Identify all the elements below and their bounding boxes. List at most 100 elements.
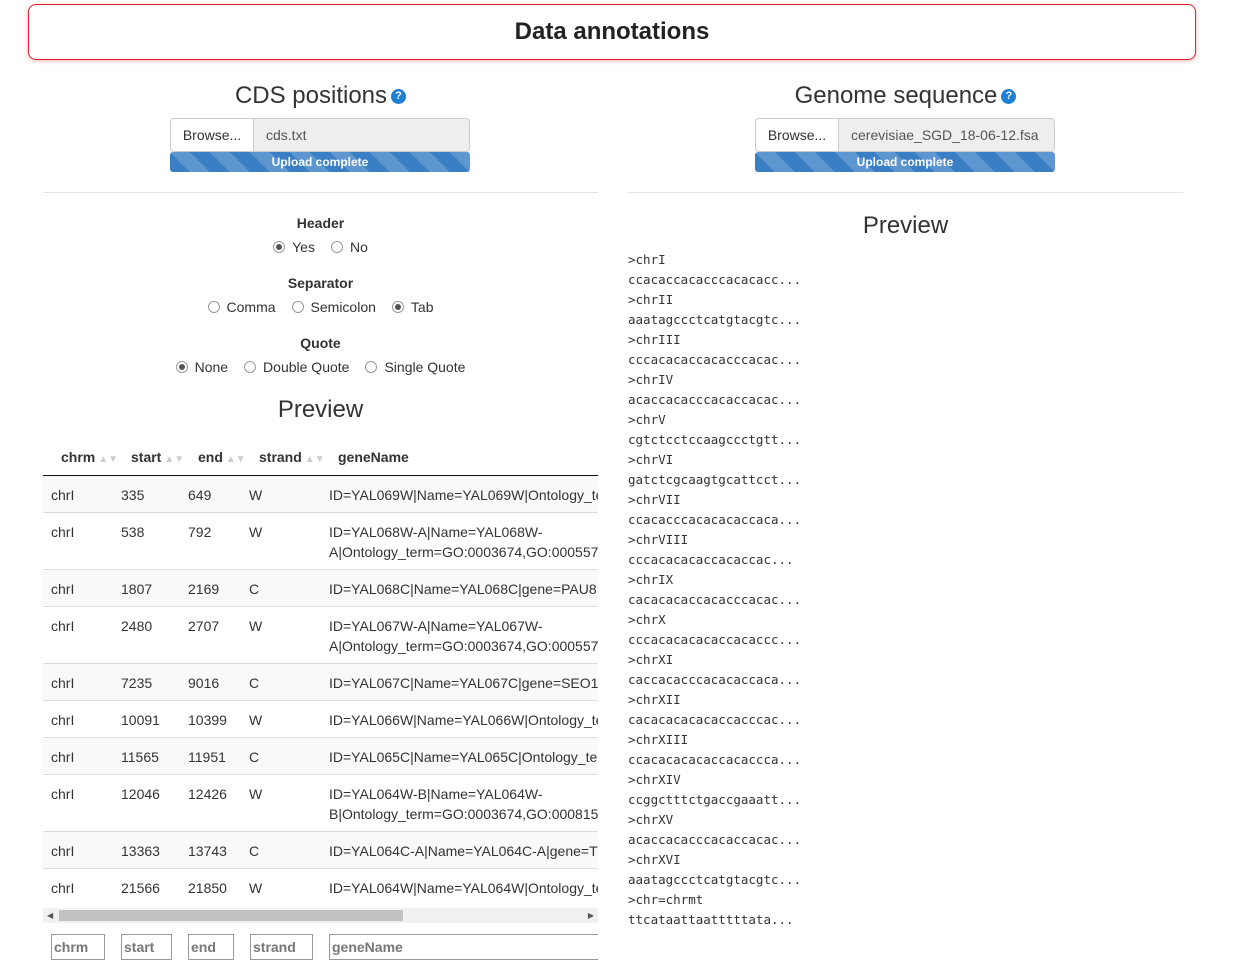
sequence-header: >chr=chrmt [628,892,704,907]
table-row[interactable]: chrI 2480 2707 W ID=YAL067W-A|Name=YAL067W-A… [43,606,598,664]
table-cell-start: 2480 [113,606,180,664]
genome-file-name: cerevisiae_SGD_18-06-12.fsa [839,118,1055,152]
title-panel: Data annotations [28,4,1196,60]
column-header-end[interactable]: end ▲▼ [180,438,246,476]
sequence-snippet: cccacacacacaccacaccc... [628,632,802,647]
genome-browse-button[interactable]: Browse... [755,118,839,152]
separator-radio-semicolon[interactable]: Semicolon [291,299,376,315]
table-cell-start: 335 [113,475,180,513]
header-option-group: Header Yes No [43,213,598,255]
table-row[interactable]: chrI 1807 2169 C ID=YAL068C|Name=YAL068C|gen… [43,569,598,607]
table-cell-genename: ID=YAL065C|Name=YAL065C|Ontology_te [320,737,598,775]
radio-selected-icon [175,361,188,373]
quote-label: Quote [300,335,341,351]
help-icon[interactable]: ? [1001,89,1017,105]
table-cell-genename: ID=YAL064W|Name=YAL064W|Ontology_te [320,868,598,906]
radio-icon [207,301,220,313]
separator-radio-tab[interactable]: Tab [391,299,433,315]
table-cell-start: 11565 [113,737,180,775]
table-header-row: chrm ▲▼ start ▲▼ end ▲▼ strand ▲▼ geneName [43,438,598,476]
table-cell-start: 1807 [113,569,180,607]
quote-radio-single[interactable]: Single Quote [365,359,465,375]
genome-preview-title: Preview [862,212,949,239]
filter-input-strand[interactable]: strand [250,934,313,960]
filter-input-start[interactable]: start [121,934,172,960]
sequence-header: >chrXI [628,652,674,667]
filter-input-end[interactable]: end [188,934,234,960]
table-horizontal-scrollbar[interactable]: ◀ ▶ [43,908,598,923]
sequence-snippet: ttcataattaatttttata... [628,912,794,927]
table-row[interactable]: chrI 13363 13743 C ID=YAL064C-A|Name=YAL064C… [43,831,598,869]
table-row[interactable]: chrI 12046 12426 W ID=YAL064W-B|Name=YAL064W… [43,774,598,832]
table-cell-genename: ID=YAL064W-B|Name=YAL064W-B|Ontology_ter… [320,774,598,832]
table-cell-start: 538 [113,512,180,570]
separator-radio-comma[interactable]: Comma [207,299,276,315]
cds-section-title: CDS positions? [43,81,598,111]
radio-icon [244,361,257,373]
scroll-left-icon[interactable]: ◀ [47,908,53,923]
table-cell-chrm: chrI [43,831,113,869]
table-cell-genename: ID=YAL066W|Name=YAL066W|Ontology_te [320,700,598,738]
sequence-header: >chrIV [628,372,674,387]
sequence-header: >chrVI [628,452,674,467]
table-cell-start: 21566 [113,868,180,906]
cds-title-text: CDS positions [234,82,388,109]
sequence-snippet: ccacacacacaccacaccca... [628,752,802,767]
header-radio-no[interactable]: No [330,239,368,255]
header-radio-yes[interactable]: Yes [273,239,315,255]
cds-table-body: chrI 335 649 W ID=YAL069W|Name=YAL069W|Ontol… [43,475,598,906]
sequence-snippet: ccacaccacacccacacacc... [628,272,802,287]
table-cell-strand: W [241,606,320,664]
table-row[interactable]: chrI 21566 21850 W ID=YAL064W|Name=YAL064W|O… [43,868,598,906]
page-title: Data annotations [514,18,710,45]
sort-icon: ▲▼ [304,453,325,465]
table-cell-end: 10399 [180,700,241,738]
genome-title-text: Genome sequence [794,82,998,109]
column-header-genename[interactable]: geneName [320,438,598,476]
table-cell-genename: ID=YAL067W-A|Name=YAL067W-A|Ontology_ter… [320,606,598,664]
sequence-snippet: aaatagccctcatgtacgtc... [628,312,802,327]
quote-radio-none[interactable]: None [175,359,228,375]
help-icon[interactable]: ? [391,89,407,105]
sequence-snippet: aaatagccctcatgtacgtc... [628,872,802,887]
genome-file-input[interactable]: Browse... cerevisiae_SGD_18-06-12.fsa [755,118,1055,152]
separator-option-group: Separator Comma Semicolon Tab [43,273,598,315]
table-row[interactable]: chrI 10091 10399 W ID=YAL066W|Name=YAL066W|O… [43,700,598,738]
table-cell-genename: ID=YAL068W-A|Name=YAL068W-A|Ontology_ter… [320,512,598,570]
separator-label: Separator [287,275,354,291]
table-cell-strand: W [241,512,320,570]
sequence-snippet: gatctcgcaagtgcattcct... [628,472,802,487]
cds-file-input[interactable]: Browse... cds.txt [170,118,470,152]
table-cell-end: 2707 [180,606,241,664]
table-row[interactable]: chrI 7235 9016 C ID=YAL067C|Name=YAL067C|gen… [43,663,598,701]
table-cell-chrm: chrI [43,774,113,832]
sequence-header: >chrXVI [628,852,681,867]
filter-input-chrm[interactable]: chrm [51,934,105,960]
sort-icon: ▲▼ [164,453,185,465]
sequence-header: >chrXIV [628,772,681,787]
quote-radio-double[interactable]: Double Quote [244,359,349,375]
sequence-snippet: cacacacaccacacccacac... [628,592,802,607]
scroll-right-icon[interactable]: ▶ [588,908,594,923]
sequence-snippet: ccggctttctgaccgaaatt... [628,792,802,807]
scrollbar-thumb[interactable] [59,910,403,921]
sequence-snippet: cccacacacaccacaccac... [628,552,794,567]
table-cell-end: 649 [180,475,241,513]
genome-upload-progress: Upload complete [755,152,1055,172]
column-header-start[interactable]: start ▲▼ [113,438,184,476]
sequence-header: >chrXII [628,692,681,707]
column-header-chrm[interactable]: chrm ▲▼ [43,438,118,476]
table-cell-strand: W [241,475,320,513]
table-row[interactable]: chrI 538 792 W ID=YAL068W-A|Name=YAL068W-A|O… [43,512,598,570]
table-row[interactable]: chrI 11565 11951 C ID=YAL065C|Name=YAL065C|O… [43,737,598,775]
cds-browse-button[interactable]: Browse... [170,118,254,152]
table-cell-start: 7235 [113,663,180,701]
radio-selected-icon [391,301,404,313]
filter-input-genename[interactable]: geneName [329,934,598,960]
column-header-strand[interactable]: strand ▲▼ [241,438,325,476]
sequence-header: >chrXV [628,812,674,827]
sequence-header: >chrVIII [628,532,689,547]
divider [628,192,1183,193]
sequence-snippet: caccacacccacacaccaca... [628,672,802,687]
table-row[interactable]: chrI 335 649 W ID=YAL069W|Name=YAL069W|Ontol… [43,475,598,513]
